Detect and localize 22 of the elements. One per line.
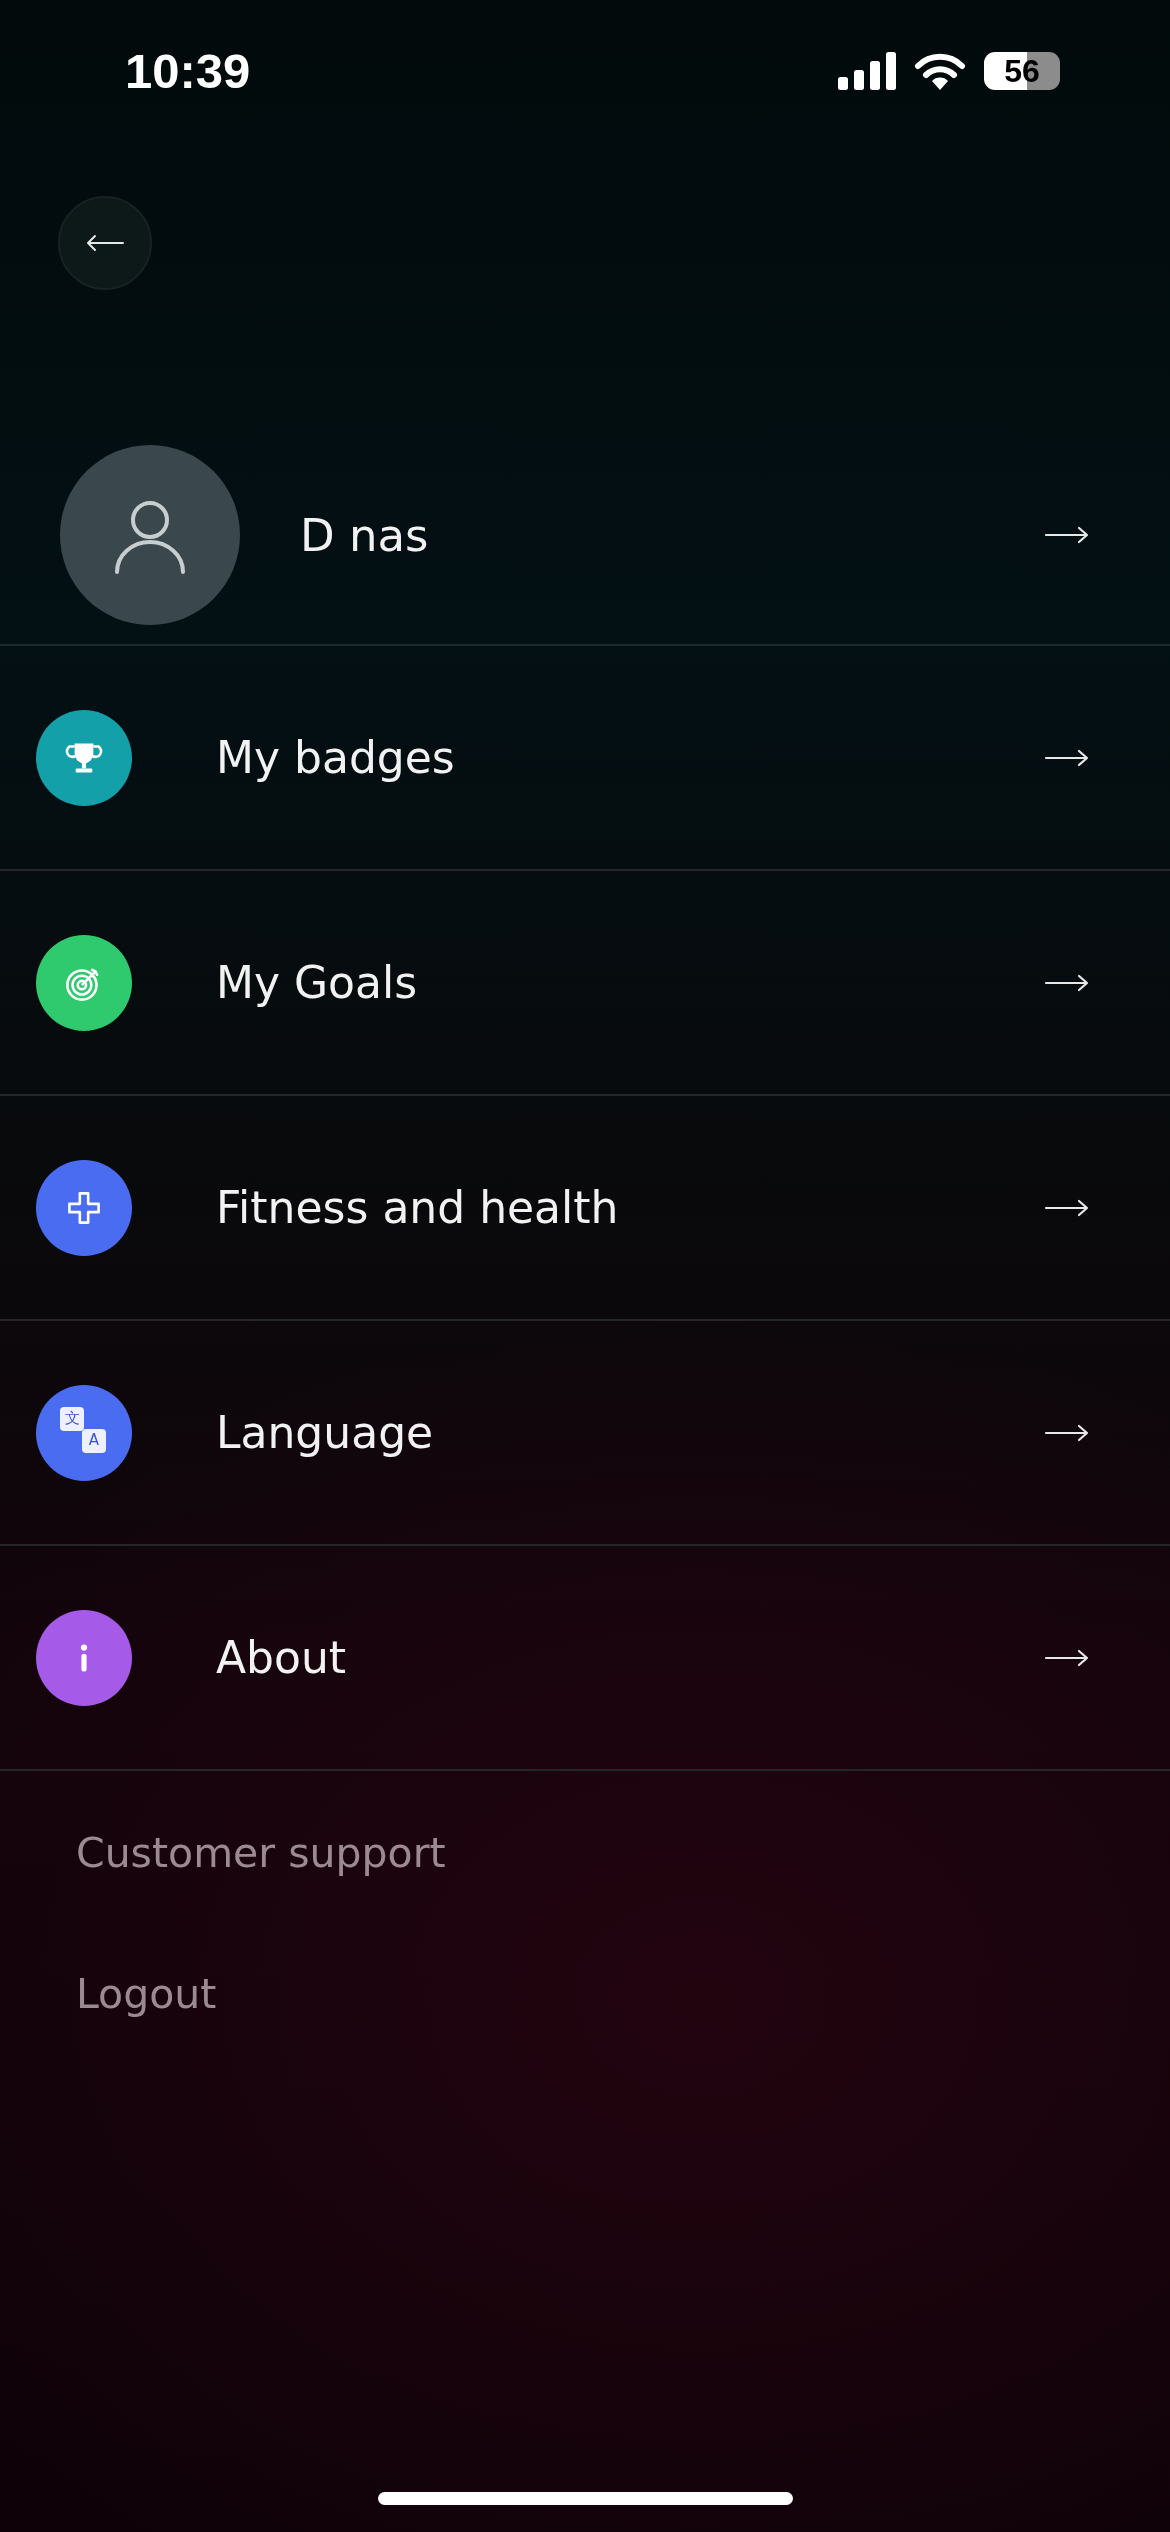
arrow-right-icon: [1044, 972, 1090, 993]
menu-item[interactable]: About: [0, 1546, 1170, 1771]
menu-item[interactable]: My badges: [0, 646, 1170, 871]
back-arrow-icon: [85, 234, 125, 252]
arrow-right-icon: [1044, 525, 1090, 545]
battery-percent: 56: [1004, 52, 1040, 90]
menu-item[interactable]: My Goals: [0, 871, 1170, 1096]
translate-glyph: 文: [60, 1406, 84, 1431]
text-link[interactable]: Customer support: [76, 1829, 446, 1879]
arrow-right-icon: [1044, 1422, 1090, 1443]
translate-glyph: A: [82, 1428, 106, 1453]
arrow-right-icon: [1044, 1647, 1090, 1668]
profile-name: D nas: [300, 508, 430, 562]
arrow-right-icon: [1044, 1197, 1090, 1218]
signal-icon: [838, 52, 896, 90]
menu-item[interactable]: Fitness and health: [0, 1096, 1170, 1321]
text-link[interactable]: Logout: [76, 1970, 217, 2020]
menu-item[interactable]: 文 A Language: [0, 1321, 1170, 1546]
clock-time: 10:39: [125, 43, 251, 99]
profile-row[interactable]: D nas: [0, 426, 1170, 646]
arrow-right-icon: [1044, 747, 1090, 768]
wifi-icon: [914, 52, 966, 90]
